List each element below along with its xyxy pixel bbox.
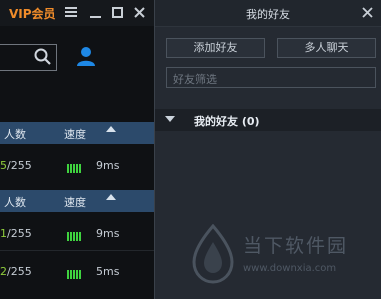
close-icon[interactable] <box>362 7 373 21</box>
friends-title: 我的好友 <box>246 8 290 21</box>
ping-value: 5ms <box>96 265 120 278</box>
column-header-speed[interactable]: 速度 <box>64 194 86 210</box>
friend-filter-input[interactable]: 好友筛选 <box>166 67 376 88</box>
friends-panel: 我的好友 添加好友 多人聊天 好友筛选 我的好友 (0) 当下软件园 www.d… <box>154 0 381 299</box>
table-row[interactable]: 5/255 9ms <box>0 150 154 180</box>
friend-group-label: 我的好友 (0) <box>194 115 260 128</box>
player-count: 1/255 <box>0 227 32 240</box>
signal-icon <box>67 269 81 282</box>
signal-icon <box>67 163 81 176</box>
search-icon[interactable] <box>34 48 52 69</box>
sort-ascending-icon[interactable] <box>106 194 116 200</box>
minimize-icon[interactable] <box>88 5 102 19</box>
close-icon[interactable] <box>132 5 146 19</box>
ping-value: 9ms <box>96 227 120 240</box>
sort-ascending-icon[interactable] <box>106 126 116 132</box>
maximize-icon[interactable] <box>110 5 124 19</box>
add-friend-button[interactable]: 添加好友 <box>166 38 265 58</box>
table-row[interactable]: 2/255 5ms <box>0 256 154 286</box>
title-bar: VIP会员 <box>0 0 154 26</box>
friends-title-bar: 我的好友 <box>155 0 381 27</box>
player-count: 2/255 <box>0 265 32 278</box>
user-icon[interactable] <box>75 45 97 70</box>
table-header: 人数 速度 <box>0 122 154 144</box>
watermark-name: 当下软件园 <box>243 235 349 257</box>
table-row[interactable]: 1/255 9ms <box>0 218 154 248</box>
player-count: 5/255 <box>0 159 32 172</box>
group-chat-button[interactable]: 多人聊天 <box>277 38 376 58</box>
column-header-count[interactable]: 人数 <box>4 126 26 142</box>
server-panel: VIP会员 人数 速度 5/255 9ms 人数 速度 1/255 9ms 2/… <box>0 0 154 299</box>
friend-group-row[interactable]: 我的好友 (0) <box>155 109 381 131</box>
column-header-speed[interactable]: 速度 <box>64 126 86 142</box>
vip-member-link[interactable]: VIP会员 <box>9 5 56 22</box>
row-divider <box>0 250 154 251</box>
ping-value: 9ms <box>96 159 120 172</box>
watermark-url: www.downxia.com <box>243 263 337 274</box>
signal-icon <box>67 231 81 244</box>
menu-icon[interactable] <box>64 5 78 19</box>
watermark-logo <box>188 223 238 287</box>
table-header: 人数 速度 <box>0 190 154 212</box>
column-header-count[interactable]: 人数 <box>4 194 26 210</box>
caret-down-icon[interactable] <box>165 116 175 122</box>
